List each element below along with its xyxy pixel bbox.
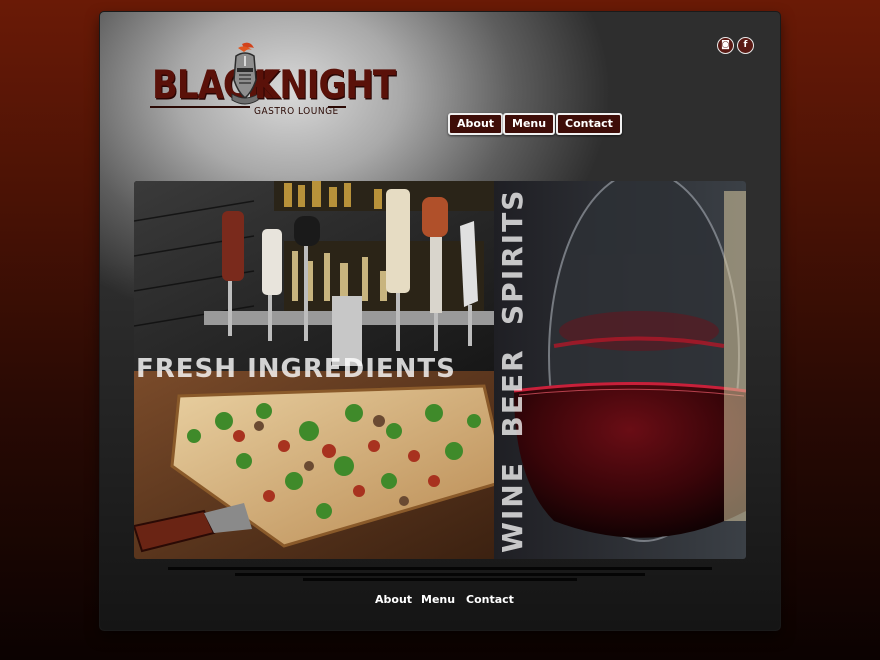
instagram-icon[interactable]: ◙	[717, 37, 734, 54]
nav-about-button[interactable]: About	[448, 113, 504, 135]
divider-rule	[235, 573, 645, 576]
divider-rule	[303, 578, 577, 581]
nav-menu-button[interactable]: Menu	[503, 113, 556, 135]
caption-wine-beer-spirits: WINE BEER SPIRITS	[496, 189, 529, 553]
main-panel: BLACK KNIGHT GASTRO LOUNGE ◙ f About Men…	[100, 12, 780, 630]
divider-rule	[168, 567, 712, 570]
footer-about-link[interactable]: About	[375, 593, 412, 606]
facebook-icon[interactable]: f	[737, 37, 754, 54]
nav-contact-button[interactable]: Contact	[556, 113, 622, 135]
logo-subtitle: GASTRO LOUNGE	[254, 106, 339, 117]
logo-underline	[150, 106, 250, 108]
footer-menu-link[interactable]: Menu	[421, 593, 455, 606]
caption-fresh-ingredients: FRESH INGREDIENTS	[136, 354, 456, 384]
logo-word-knight: KNIGHT	[254, 62, 396, 109]
footer-contact-link[interactable]: Contact	[466, 593, 514, 606]
hero-image: FRESH INGREDIENTS WINE BEER SPIRITS	[134, 181, 746, 559]
logo[interactable]: BLACK KNIGHT GASTRO LOUNGE	[150, 42, 396, 128]
